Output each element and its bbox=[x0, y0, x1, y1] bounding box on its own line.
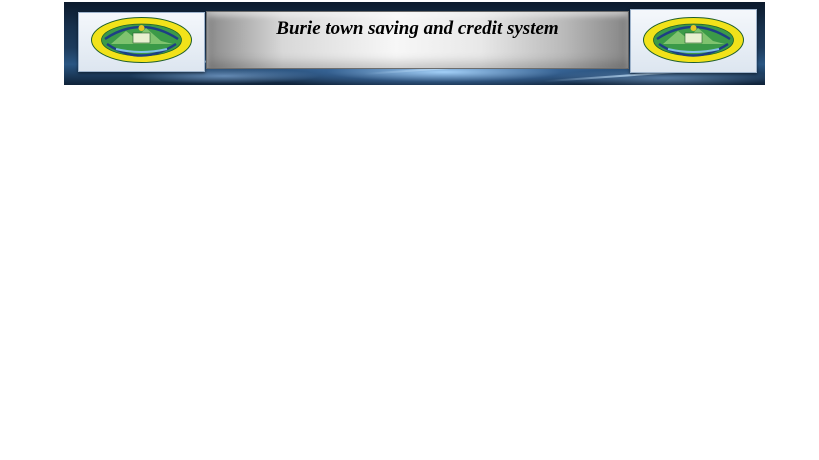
page: Burie town saving and credit system bbox=[0, 0, 819, 460]
app-title: Burie town saving and credit system bbox=[276, 18, 559, 39]
university-seal-icon bbox=[643, 17, 744, 63]
logo-panel-right bbox=[630, 9, 757, 73]
university-seal-icon bbox=[91, 17, 192, 63]
title-box: Burie town saving and credit system bbox=[206, 11, 629, 69]
header-banner: Burie town saving and credit system bbox=[64, 2, 765, 85]
logo-panel-left bbox=[78, 12, 205, 72]
